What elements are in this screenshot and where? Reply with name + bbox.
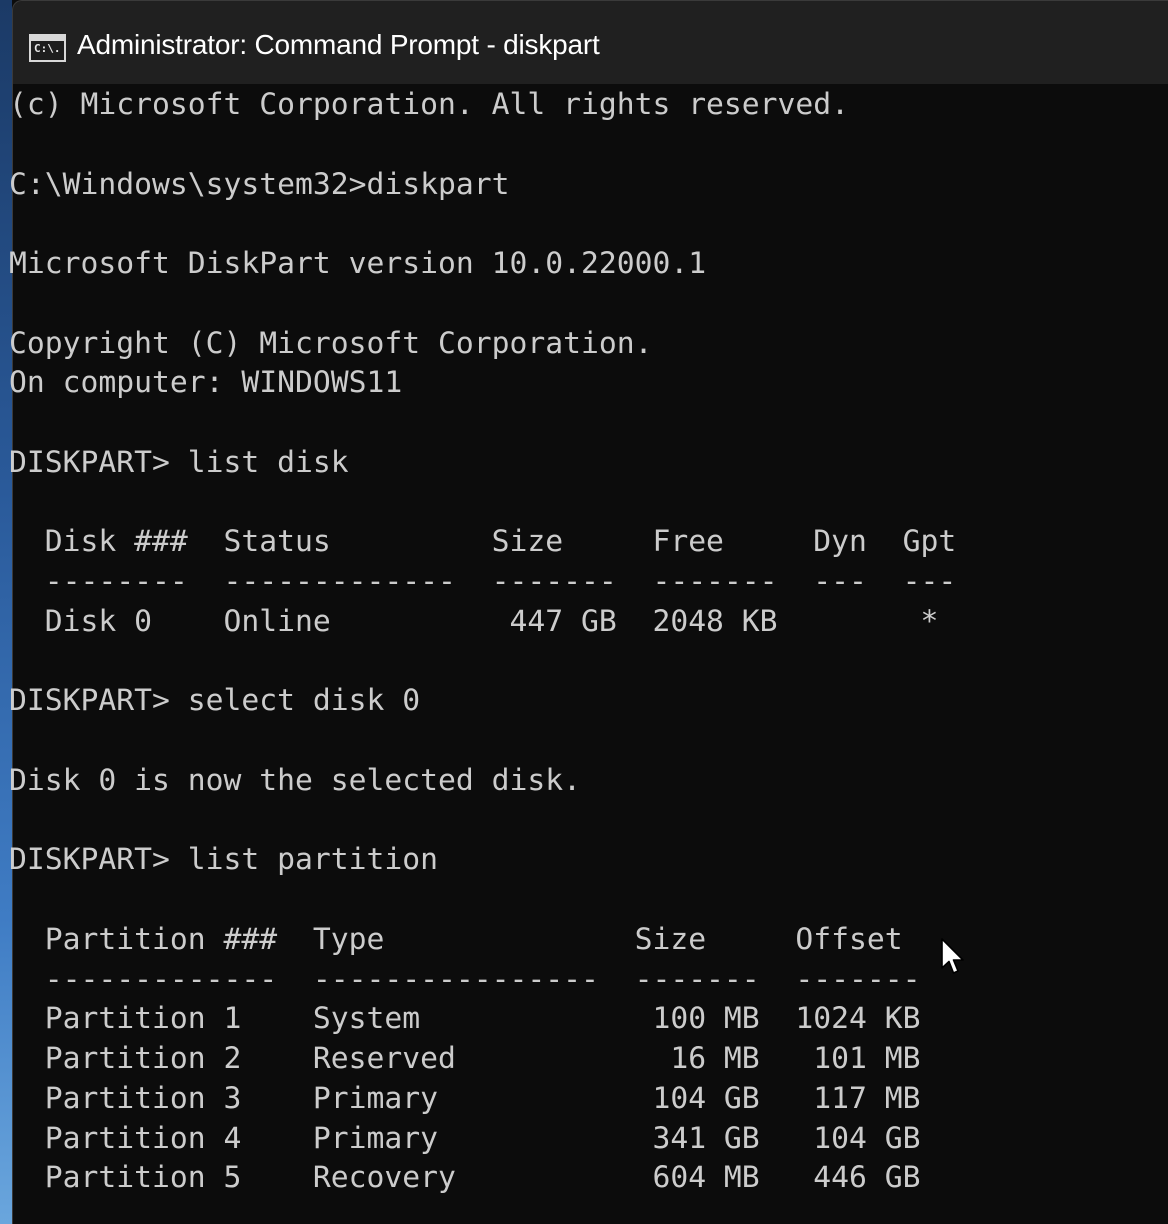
console-line: DISKPART> select disk 0 xyxy=(9,683,421,719)
console-line: DISKPART> list disk xyxy=(9,444,349,480)
console-line: ------------- ---------------- ------- -… xyxy=(9,961,921,997)
console-line: Partition 4 Primary 341 GB 104 GB xyxy=(9,1120,921,1156)
console-line: -------- ------------- ------- ------- -… xyxy=(9,564,957,599)
console-line: Disk ### Status Size Free Dyn Gpt xyxy=(9,524,957,560)
cmd-icon-bar xyxy=(31,36,64,41)
cmd-icon-glyph: C:\. xyxy=(34,42,61,55)
cmd-icon[interactable]: C:\. xyxy=(29,34,66,62)
console-text: (c) Microsoft Corporation. All rights re… xyxy=(9,85,956,1198)
console-line: On computer: WINDOWS11 xyxy=(9,365,403,401)
console-line: Partition 5 Recovery 604 MB 446 GB xyxy=(9,1160,921,1196)
console-line: Partition 1 System 100 MB 1024 KB xyxy=(9,1001,921,1037)
console-line: Copyright (C) Microsoft Corporation. xyxy=(9,325,653,361)
console-line: Partition ### Type Size Offset xyxy=(9,921,903,957)
console-line: Partition 3 Primary 104 GB 117 MB xyxy=(9,1080,921,1116)
console-line: Partition 2 Reserved 16 MB 101 MB xyxy=(9,1041,921,1076)
window-title: Administrator: Command Prompt - diskpart xyxy=(77,29,600,60)
console-output-area[interactable]: (c) Microsoft Corporation. All rights re… xyxy=(9,84,1168,1224)
console-line: Disk 0 Online 447 GB 2048 KB * xyxy=(9,603,939,639)
console-line: Microsoft DiskPart version 10.0.22000.1 xyxy=(9,246,707,281)
mouse-pointer-icon xyxy=(941,938,964,974)
console-line: Disk 0 is now the selected disk. xyxy=(9,762,581,798)
console-line: C:\Windows\system32>diskpart xyxy=(9,166,510,202)
title-bar[interactable]: C:\. Administrator: Command Prompt - dis… xyxy=(12,0,1168,84)
console-line: DISKPART> list partition xyxy=(9,842,438,878)
command-prompt-window[interactable]: C:\. Administrator: Command Prompt - dis… xyxy=(0,0,1168,1224)
console-line: (c) Microsoft Corporation. All rights re… xyxy=(9,87,850,122)
